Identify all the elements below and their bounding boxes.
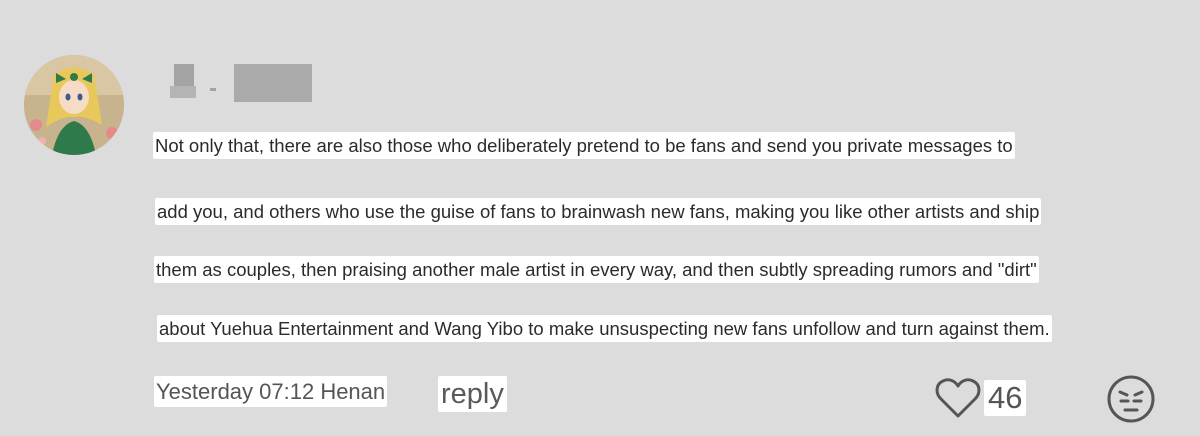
like-count: 46 [984, 380, 1027, 416]
comment-line: Not only that, there are also those who … [153, 132, 1015, 159]
redaction-block [170, 86, 196, 98]
comment-line: them as couples, then praising another m… [154, 256, 1039, 283]
redaction-block [174, 64, 194, 86]
neutral-face-icon[interactable] [1106, 374, 1156, 424]
comment-line: about Yuehua Entertainment and Wang Yibo… [157, 315, 1052, 342]
avatar[interactable] [24, 55, 124, 155]
comment-line: add you, and others who use the guise of… [155, 198, 1042, 225]
username-redacted[interactable] [160, 62, 320, 104]
redaction-block [234, 64, 312, 102]
heart-outline-icon[interactable] [934, 376, 982, 420]
avatar-image [24, 55, 124, 155]
redaction-block [210, 88, 216, 91]
timestamp-location: Yesterday 07:12 Henan [154, 376, 388, 407]
reply-button[interactable]: reply [438, 376, 507, 412]
